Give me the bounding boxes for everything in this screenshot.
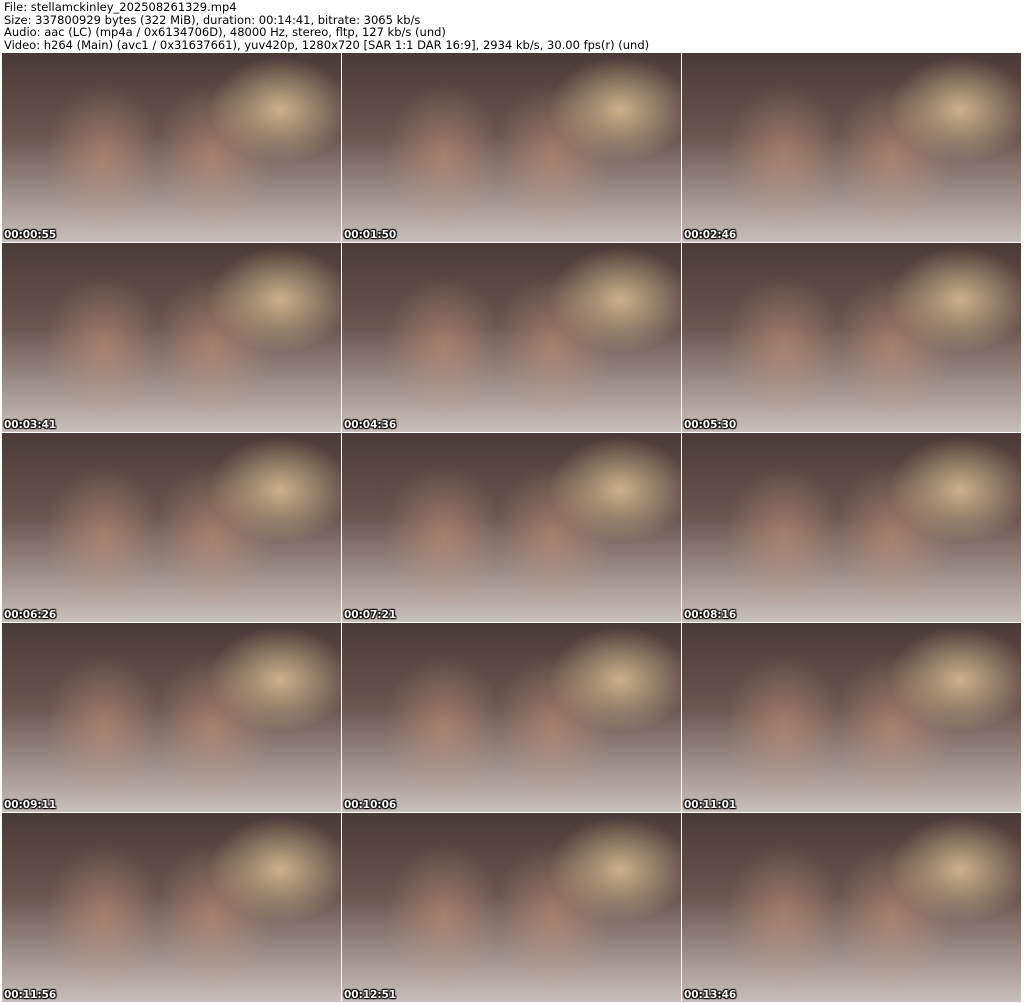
file-name: File: stellamckinley_202508261329.mp4: [4, 0, 237, 14]
video-thumbnail: 00:13:46: [682, 813, 1021, 1002]
thumbnail-timestamp: 00:13:46: [684, 989, 737, 1001]
thumbnail-timestamp: 00:00:55: [4, 229, 57, 241]
video-thumbnail: 00:04:36: [342, 243, 681, 432]
video-info: Video: h264 (Main) (avc1 / 0x31637661), …: [4, 37, 650, 52]
video-thumbnail: 00:01:50: [342, 53, 681, 242]
thumbnail-timestamp: 00:12:51: [344, 989, 397, 1001]
video-thumbnail: 00:02:46: [682, 53, 1021, 242]
thumbnail-timestamp: 00:09:11: [4, 799, 57, 811]
video-thumbnail: 00:08:16: [682, 433, 1021, 622]
thumbnail-timestamp: 00:05:30: [684, 419, 737, 431]
video-thumbnail: 00:11:56: [2, 813, 341, 1002]
thumbnail-timestamp: 00:07:21: [344, 609, 397, 621]
video-thumbnail: 00:12:51: [342, 813, 681, 1002]
thumbnail-timestamp: 00:11:01: [684, 799, 737, 811]
thumbnail-timestamp: 00:04:36: [344, 419, 397, 431]
video-thumbnail: 00:03:41: [2, 243, 341, 432]
video-thumbnail: 00:06:26: [2, 433, 341, 622]
audio-info: Audio: aac (LC) (mp4a / 0x6134706D), 480…: [4, 25, 446, 39]
video-thumbnail: 00:09:11: [2, 623, 341, 812]
file-info-header: File: stellamckinley_202508261329.mp4 Si…: [4, 1, 649, 51]
thumbnail-timestamp: 00:02:46: [684, 229, 737, 241]
video-thumbnail: 00:10:06: [342, 623, 681, 812]
thumbnail-timestamp: 00:08:16: [684, 609, 737, 621]
video-thumbnail: 00:00:55: [2, 53, 341, 242]
thumbnail-grid: 00:00:55 00:01:50 00:02:46 00:03:41 00:04:36…: [2, 53, 1021, 1002]
thumbnail-timestamp: 00:10:06: [344, 799, 397, 811]
video-thumbnail: 00:05:30: [682, 243, 1021, 432]
thumbnail-timestamp: 00:06:26: [4, 609, 57, 621]
thumbnail-timestamp: 00:01:50: [344, 229, 397, 241]
video-thumbnail: 00:11:01: [682, 623, 1021, 812]
thumbnail-timestamp: 00:11:56: [4, 989, 57, 1001]
thumbnail-timestamp: 00:03:41: [4, 419, 57, 431]
video-thumbnail: 00:07:21: [342, 433, 681, 622]
